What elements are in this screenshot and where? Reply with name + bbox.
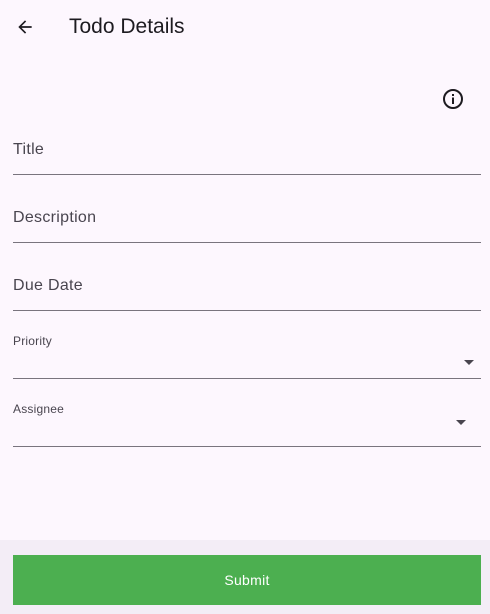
title-field-label: Title (13, 141, 45, 158)
priority-dropdown[interactable]: Priority (13, 334, 481, 379)
dropdown-arrow-icon (464, 360, 474, 365)
info-button[interactable] (440, 86, 466, 112)
back-button[interactable] (8, 10, 42, 44)
info-icon (443, 89, 463, 109)
page-title: Todo Details (69, 15, 185, 38)
submit-button[interactable]: Submit (13, 555, 481, 605)
due-date-field[interactable]: Due Date (13, 272, 481, 311)
due-date-field-label: Due Date (13, 277, 83, 294)
description-field-label: Description (13, 209, 97, 226)
assignee-dropdown[interactable]: Assignee (13, 402, 481, 447)
submit-button-label: Submit (224, 572, 270, 588)
assignee-dropdown-label: Assignee (13, 402, 64, 416)
dropdown-arrow-icon (456, 420, 466, 425)
title-field[interactable]: Title (13, 136, 481, 175)
priority-dropdown-label: Priority (13, 334, 52, 348)
arrow-back-icon (18, 20, 32, 34)
app-bar: Todo Details (0, 0, 490, 54)
description-field[interactable]: Description (13, 204, 481, 243)
